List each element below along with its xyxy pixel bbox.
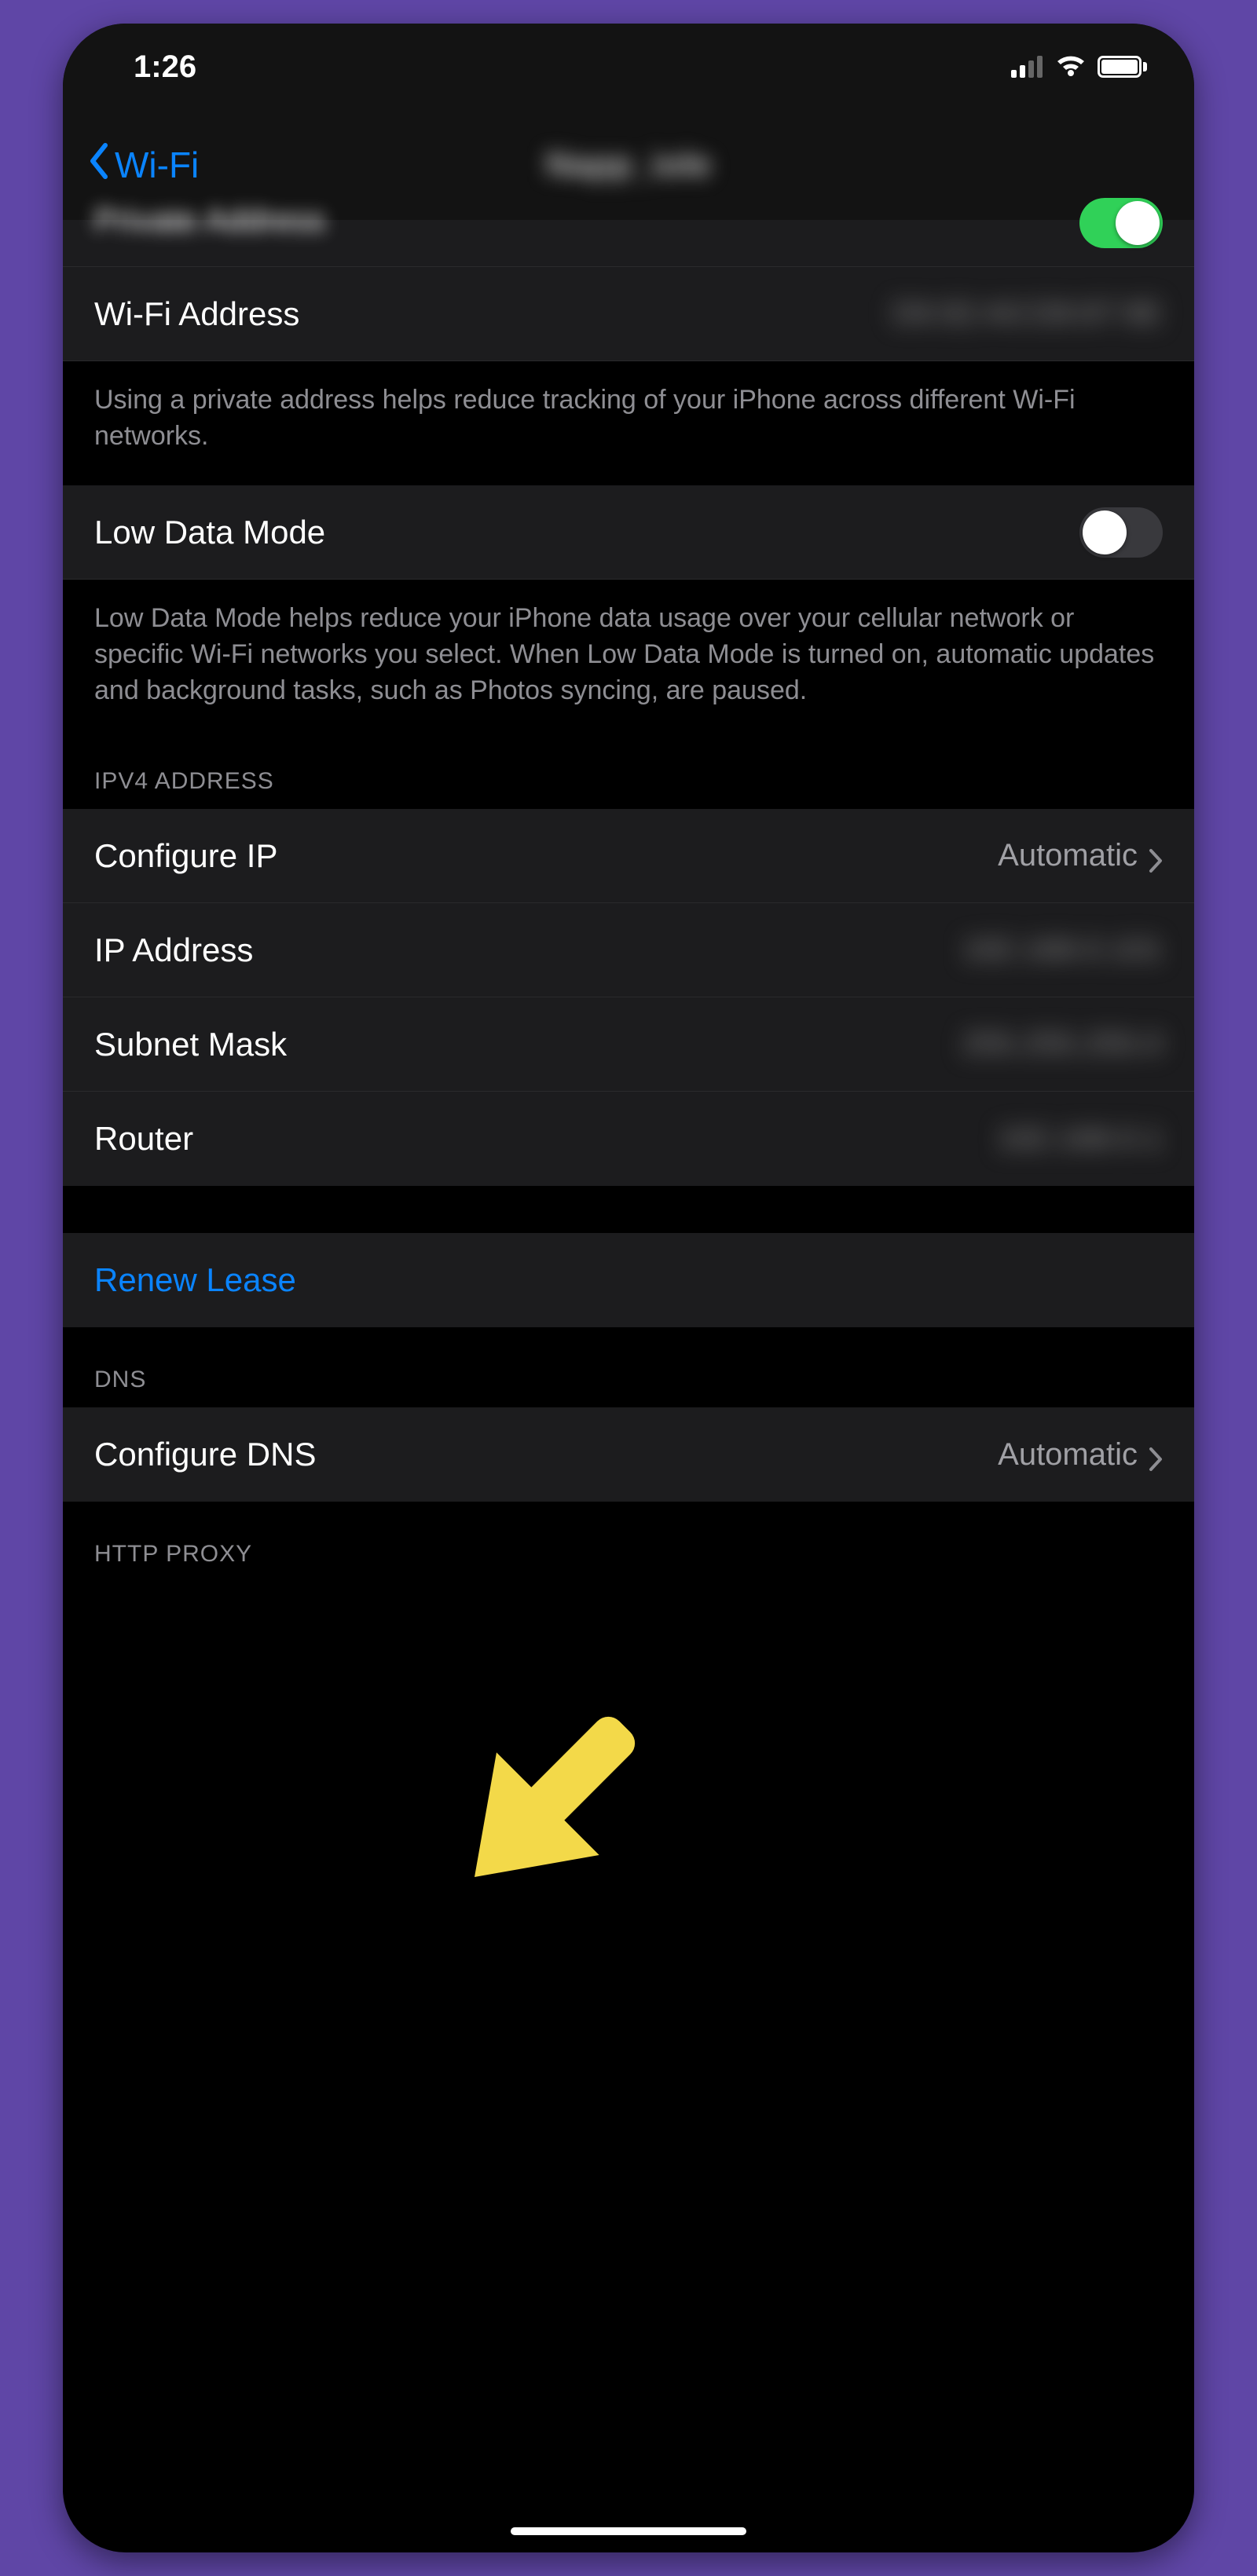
cellular-signal-icon xyxy=(1011,56,1044,78)
section-dns: DNS xyxy=(63,1327,1194,1407)
home-indicator[interactable] xyxy=(511,2527,746,2535)
row-subnet-mask: Subnet Mask 255.255.255.0 xyxy=(63,997,1194,1092)
subnet-mask-label: Subnet Mask xyxy=(94,1026,287,1063)
phone-frame: 1:26 Wi-Fi Napp_iole Private Addres xyxy=(63,24,1194,2552)
low-data-toggle[interactable] xyxy=(1079,507,1163,558)
subnet-mask-value: 255.255.255.0 xyxy=(962,1026,1163,1062)
configure-dns-label: Configure DNS xyxy=(94,1436,316,1473)
back-button[interactable]: Wi-Fi xyxy=(86,142,199,188)
private-address-label: Private Address xyxy=(94,201,325,239)
private-address-toggle[interactable] xyxy=(1079,198,1163,248)
chevron-right-icon xyxy=(1149,843,1163,869)
low-data-footer: Low Data Mode helps reduce your iPhone d… xyxy=(63,580,1194,740)
low-data-label: Low Data Mode xyxy=(94,514,325,551)
row-low-data-mode[interactable]: Low Data Mode xyxy=(63,485,1194,580)
status-bar: 1:26 xyxy=(63,24,1194,110)
spacer xyxy=(63,1186,1194,1233)
chevron-right-icon xyxy=(1149,1442,1163,1467)
configure-dns-value: Automatic xyxy=(998,1437,1138,1473)
wifi-address-label: Wi-Fi Address xyxy=(94,295,299,333)
row-wifi-address: Wi-Fi Address D6:92:A0:D8:87:9E xyxy=(63,267,1194,361)
ip-address-value: 192.168.0.101 xyxy=(962,932,1163,968)
row-router: Router 192.168.0.1 xyxy=(63,1092,1194,1186)
content: Private Address Wi-Fi Address D6:92:A0:D… xyxy=(63,220,1194,1582)
row-private-address[interactable]: Private Address xyxy=(63,220,1194,267)
configure-ip-label: Configure IP xyxy=(94,837,277,875)
router-label: Router xyxy=(94,1120,193,1158)
section-http-proxy: HTTP PROXY xyxy=(63,1502,1194,1582)
row-configure-dns[interactable]: Configure DNS Automatic xyxy=(63,1407,1194,1502)
section-ipv4: IPV4 ADDRESS xyxy=(63,740,1194,809)
status-icons xyxy=(1011,54,1147,79)
battery-icon xyxy=(1098,56,1147,78)
row-ip-address: IP Address 192.168.0.101 xyxy=(63,903,1194,997)
ip-address-label: IP Address xyxy=(94,931,253,969)
wifi-address-value: D6:92:A0:D8:87:9E xyxy=(892,296,1163,331)
renew-lease-button[interactable]: Renew Lease xyxy=(63,1233,1194,1327)
annotation-arrow-icon xyxy=(416,1665,676,1924)
status-time: 1:26 xyxy=(134,49,196,85)
configure-ip-value: Automatic xyxy=(998,838,1138,873)
renew-lease-label: Renew Lease xyxy=(94,1261,296,1299)
back-label: Wi-Fi xyxy=(115,144,199,186)
nav-title: Napp_iole xyxy=(546,145,711,185)
router-value: 192.168.0.1 xyxy=(997,1122,1163,1157)
chevron-left-icon xyxy=(86,142,110,188)
private-address-footer: Using a private address helps reduce tra… xyxy=(63,361,1194,485)
row-configure-ip[interactable]: Configure IP Automatic xyxy=(63,809,1194,903)
wifi-icon xyxy=(1055,54,1087,79)
